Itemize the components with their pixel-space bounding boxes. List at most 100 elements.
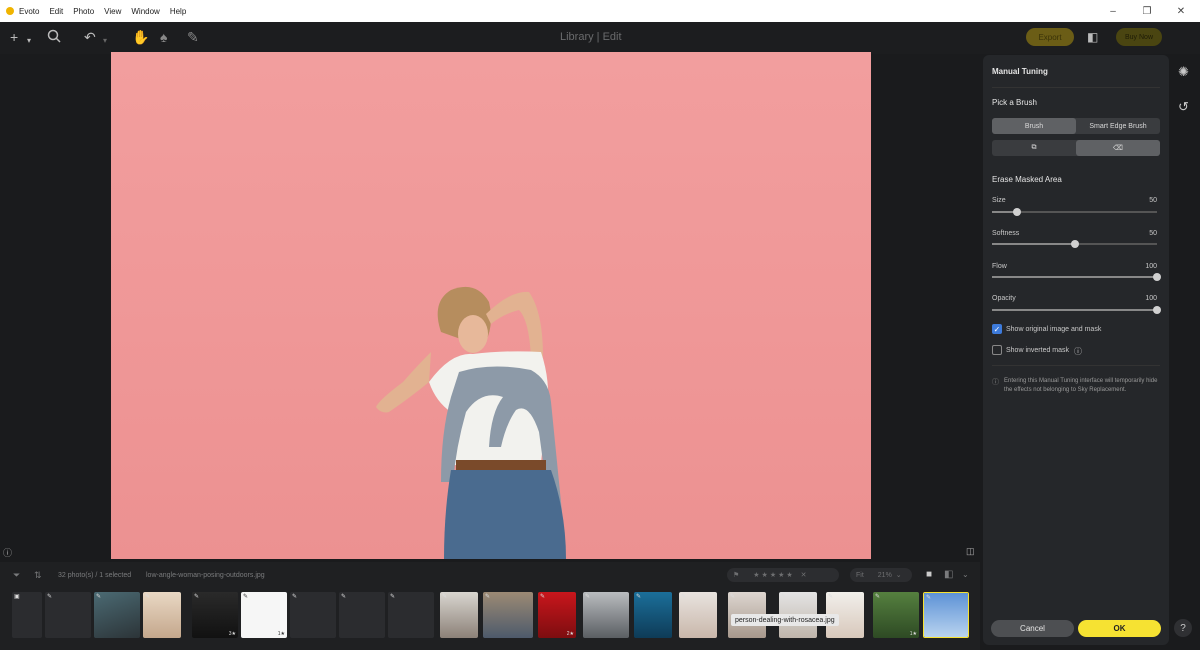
zoom-chevron-icon: ⌄	[895, 572, 902, 579]
add-mask-icon[interactable]: ⧉	[992, 140, 1076, 156]
zoom-control[interactable]: Fit 21% ⌄	[850, 568, 912, 582]
help-circle-icon[interactable]: ⓘ	[1074, 346, 1082, 357]
menu-help[interactable]: Help	[170, 7, 186, 16]
opacity-label: Opacity	[992, 295, 1016, 302]
thumbnail[interactable]: ✎	[440, 592, 478, 638]
close-icon[interactable]: ✕	[1164, 0, 1198, 22]
mode-title[interactable]: Library | Edit	[560, 31, 622, 43]
edited-icon: ✎	[730, 594, 736, 600]
manual-tuning-panel: Manual Tuning Pick a Brush Brush Smart E…	[983, 55, 1169, 645]
rating-badge: 3★	[228, 631, 236, 637]
undo-icon[interactable]: ↶	[84, 28, 96, 46]
undo-history-chevron-icon[interactable]: ▾	[103, 32, 107, 50]
thumbnail[interactable]: ✎ 3★	[192, 592, 238, 638]
edited-icon: ✎	[875, 594, 881, 600]
split-view-icon[interactable]: ◫	[966, 546, 975, 557]
menu-view[interactable]: View	[104, 7, 121, 16]
edited-icon: ✎	[828, 594, 834, 600]
thumbnail[interactable]: ✎	[339, 592, 385, 638]
note-info-icon: ⓘ	[992, 379, 999, 386]
pick-brush-label: Pick a Brush	[992, 98, 1037, 107]
restore-icon[interactable]: ❐	[1130, 0, 1164, 22]
thumbnail-selected[interactable]: ✎	[923, 592, 969, 638]
thumbnail-tooltip: person-dealing-with-rosacea.jpg	[731, 614, 839, 626]
adjust-icon[interactable]: ✺	[1178, 64, 1189, 80]
buy-now-button[interactable]: Buy Now	[1116, 28, 1162, 46]
show-original-label: Show original image and mask	[1006, 326, 1102, 333]
minimize-icon[interactable]: –	[1096, 0, 1130, 22]
flow-label: Flow	[992, 263, 1007, 270]
thumbnail[interactable]: ✎	[483, 592, 533, 638]
edited-icon: ✎	[636, 594, 642, 600]
flag-icon: ⚑	[733, 572, 740, 579]
size-value: 50	[1149, 197, 1157, 204]
opacity-slider-knob[interactable]	[1153, 306, 1161, 314]
thumbnail[interactable]: ✎	[679, 592, 717, 638]
erase-mask-icon[interactable]: ⌫	[1076, 140, 1160, 156]
zoom-value: 21%	[877, 571, 892, 579]
search-icon[interactable]	[47, 29, 61, 47]
edited-icon: ✎	[585, 594, 591, 600]
compare-icon[interactable]: ◧	[1087, 28, 1098, 46]
cancel-button[interactable]: Cancel	[991, 620, 1074, 637]
stamp-icon[interactable]: ♠	[160, 28, 167, 46]
filmstrip: ⏷ ⇅ 32 photo(s) / 1 selected low-angle-w…	[0, 562, 980, 650]
smart-edge-brush-option[interactable]: Smart Edge Brush	[1076, 118, 1160, 134]
thumbnail[interactable]: ✎	[634, 592, 672, 638]
menu-edit[interactable]: Edit	[49, 7, 63, 16]
thumbnail[interactable]: ✎ 1★	[241, 592, 287, 638]
view-chevron-icon[interactable]: ⌄	[962, 570, 969, 579]
rating-filter[interactable]: ⚑ ★★★★★ ✕	[727, 568, 839, 582]
placeholder-image-icon: ▣	[14, 594, 20, 600]
thumbnail[interactable]: ✎	[94, 592, 140, 638]
softness-value: 50	[1149, 230, 1157, 237]
menu-window[interactable]: Window	[131, 7, 159, 16]
thumbnail[interactable]: ✎	[583, 592, 629, 638]
thumbnail[interactable]: ✎ 2★	[538, 592, 576, 638]
filter-icon[interactable]: ⏷	[13, 570, 20, 581]
edited-icon: ✎	[781, 594, 787, 600]
list-view-icon[interactable]: ◧	[944, 569, 953, 580]
brush-icon[interactable]: ✎	[187, 28, 199, 46]
fit-icon: Fit	[856, 571, 864, 579]
ok-button[interactable]: OK	[1078, 620, 1161, 637]
export-button[interactable]: Export	[1026, 28, 1074, 46]
flow-slider[interactable]	[992, 273, 1161, 281]
main-photo[interactable]	[111, 52, 871, 559]
softness-slider[interactable]	[992, 240, 1157, 248]
star-rating-icons: ★★★★★	[753, 572, 795, 579]
help-icon[interactable]: ?	[1174, 619, 1192, 637]
brush-type-toggle: Brush Smart Edge Brush	[992, 118, 1160, 134]
rating-badge: 2★	[566, 631, 574, 637]
softness-slider-knob[interactable]	[1070, 240, 1079, 248]
thumbnail[interactable]: ✎	[388, 592, 434, 638]
thumbnail[interactable]: ✎	[143, 592, 181, 638]
thumbnail[interactable]: ✎	[45, 592, 91, 638]
add-icon[interactable]: +	[10, 28, 18, 46]
app-name: Evoto	[19, 6, 40, 16]
menu-photo[interactable]: Photo	[73, 7, 94, 16]
menu-bar: Evoto Edit Photo View Window Help – ❐ ✕	[0, 0, 1200, 22]
thumbnail[interactable]: ▣	[12, 592, 42, 638]
info-icon[interactable]: ⓘ	[3, 546, 12, 559]
woman-portrait-illustration	[376, 286, 566, 559]
thumbnail[interactable]: ✎ 1★	[873, 592, 919, 638]
show-original-checkbox[interactable]: ✓	[992, 324, 1002, 334]
brush-option[interactable]: Brush	[992, 118, 1076, 134]
grid-view-icon[interactable]: ■	[926, 569, 932, 580]
edited-icon: ✎	[96, 594, 102, 600]
panel-title: Manual Tuning	[992, 67, 1048, 76]
edited-icon: ✎	[390, 594, 396, 600]
flow-value: 100	[1145, 263, 1157, 270]
thumbnail[interactable]: ✎	[290, 592, 336, 638]
opacity-slider[interactable]	[992, 306, 1161, 314]
show-inverted-checkbox[interactable]	[992, 345, 1002, 355]
history-icon[interactable]: ↺	[1178, 99, 1189, 115]
chevron-down-icon[interactable]: ▾	[27, 32, 31, 50]
size-slider-knob[interactable]	[1012, 208, 1021, 216]
app-logo-icon	[6, 7, 14, 15]
hand-icon[interactable]: ✋	[132, 28, 149, 46]
flow-slider-knob[interactable]	[1153, 273, 1161, 281]
size-slider[interactable]	[992, 208, 1157, 216]
sort-icon[interactable]: ⇅	[34, 570, 42, 581]
